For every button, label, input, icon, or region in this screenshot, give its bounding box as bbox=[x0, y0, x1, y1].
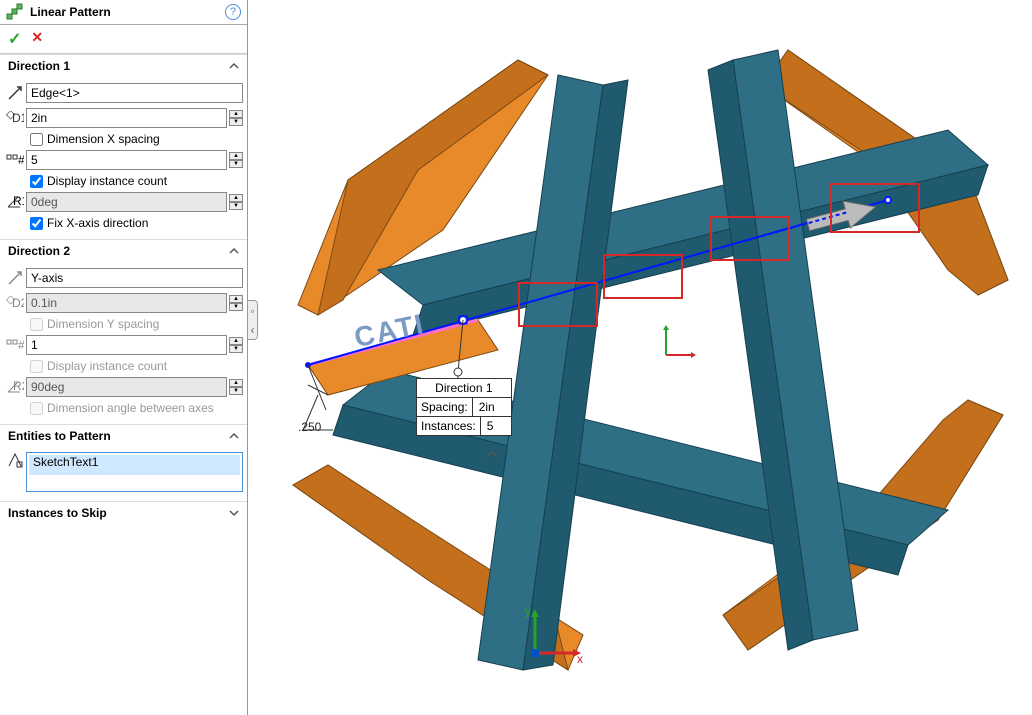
entities-body: SketchText1 bbox=[0, 447, 247, 501]
spacing-d1-icon: ◇D1 bbox=[4, 111, 26, 125]
direction2-spacing-input bbox=[26, 293, 227, 313]
ok-button[interactable]: ✓ bbox=[8, 29, 21, 49]
view-triad[interactable]: x y bbox=[523, 605, 583, 665]
angle-d2-icon[interactable]: R2 bbox=[4, 380, 26, 394]
direction1-header[interactable]: Direction 1 bbox=[0, 54, 247, 77]
direction2-label: Direction 2 bbox=[8, 244, 70, 258]
callout-expand-icon[interactable] bbox=[484, 450, 500, 460]
svg-text:D1: D1 bbox=[12, 111, 24, 125]
action-row: ✓ ✕ bbox=[0, 25, 247, 54]
direction2-body: ◇D2 ▲▼ Dimension Y spacing # ▲▼ Display … bbox=[0, 262, 247, 424]
model-geometry bbox=[248, 0, 1032, 715]
spinner[interactable]: ▲▼ bbox=[229, 379, 243, 395]
direction1-angle-input bbox=[26, 192, 227, 212]
reverse-direction2-icon[interactable] bbox=[4, 270, 26, 286]
instances-d2-icon: # bbox=[4, 338, 26, 352]
svg-text:x: x bbox=[577, 652, 583, 665]
svg-text:#: # bbox=[18, 338, 24, 352]
chevron-up-icon bbox=[229, 431, 239, 441]
direction2-axis-input[interactable] bbox=[26, 268, 243, 288]
direction1-instances-input[interactable] bbox=[26, 150, 227, 170]
pattern-instance-box bbox=[830, 183, 920, 233]
angle-d1-icon[interactable]: R1 bbox=[4, 195, 26, 209]
chevron-up-icon bbox=[229, 246, 239, 256]
origin-axis-icon bbox=[656, 325, 696, 365]
spinner[interactable]: ▲▼ bbox=[229, 110, 243, 126]
spinner[interactable]: ▲▼ bbox=[229, 337, 243, 353]
spinner[interactable]: ▲▼ bbox=[229, 295, 243, 311]
spinner[interactable]: ▲▼ bbox=[229, 152, 243, 168]
callout-spacing-value[interactable]: 2in bbox=[473, 398, 503, 416]
fix-x-axis-checkbox[interactable]: Fix X-axis direction bbox=[30, 216, 243, 230]
dim-y-spacing-checkbox: Dimension Y spacing bbox=[30, 317, 243, 331]
chevron-up-icon bbox=[229, 61, 239, 71]
help-button[interactable]: ? bbox=[225, 4, 241, 20]
svg-text:D2: D2 bbox=[12, 296, 24, 310]
instances-skip-label: Instances to Skip bbox=[8, 506, 107, 520]
instances-skip-header[interactable]: Instances to Skip bbox=[0, 501, 247, 524]
graphics-viewport[interactable]: CATI .250 Direction 1 Spacing: 2in Insta… bbox=[248, 0, 1032, 715]
linear-pattern-icon bbox=[6, 3, 24, 21]
callout-instances-value[interactable]: 5 bbox=[481, 417, 511, 435]
pattern-instance-box bbox=[710, 216, 790, 261]
callout-title: Direction 1 bbox=[417, 379, 511, 398]
spacing-d2-icon: ◇D2 bbox=[4, 296, 26, 310]
instances-d1-icon: # bbox=[4, 153, 26, 167]
svg-text:R2: R2 bbox=[13, 380, 24, 393]
entities-header[interactable]: Entities to Pattern bbox=[0, 424, 247, 447]
direction1-edge-input[interactable] bbox=[26, 83, 243, 103]
svg-text:#: # bbox=[18, 153, 24, 167]
dimension-value[interactable]: .250 bbox=[298, 420, 321, 434]
direction2-angle-input bbox=[26, 377, 227, 397]
direction2-header[interactable]: Direction 2 bbox=[0, 239, 247, 262]
direction1-spacing-input[interactable] bbox=[26, 108, 227, 128]
direction2-instances-input[interactable] bbox=[26, 335, 227, 355]
callout-instances-label: Instances: bbox=[417, 417, 481, 435]
cancel-button[interactable]: ✕ bbox=[31, 29, 43, 49]
chevron-down-icon bbox=[229, 508, 239, 518]
direction1-body: ◇D1 ▲▼ Dimension X spacing # ▲▼ Display … bbox=[0, 77, 247, 239]
entities-item[interactable]: SketchText1 bbox=[29, 455, 240, 475]
svg-text:y: y bbox=[525, 605, 531, 618]
panel-title: Linear Pattern bbox=[30, 5, 225, 19]
entities-icon bbox=[4, 452, 26, 468]
panel-header: Linear Pattern ? bbox=[0, 0, 247, 25]
entities-label: Entities to Pattern bbox=[8, 429, 111, 443]
reverse-direction-icon[interactable] bbox=[4, 85, 26, 101]
display-instance-count-checkbox[interactable]: Display instance count bbox=[30, 174, 243, 188]
direction1-label: Direction 1 bbox=[8, 59, 70, 73]
spinner[interactable]: ▲▼ bbox=[229, 194, 243, 210]
panel-collapse-tab[interactable]: ◦‹ bbox=[248, 300, 258, 340]
pattern-instance-box bbox=[518, 282, 598, 327]
pattern-instance-box bbox=[603, 254, 683, 299]
dim-x-spacing-checkbox[interactable]: Dimension X spacing bbox=[30, 132, 243, 146]
svg-text:R1: R1 bbox=[13, 195, 24, 208]
callout-spacing-label: Spacing: bbox=[417, 398, 473, 416]
property-panel: Linear Pattern ? ✓ ✕ Direction 1 ◇D1 ▲▼ … bbox=[0, 0, 248, 715]
pattern-callout[interactable]: Direction 1 Spacing: 2in Instances: 5 bbox=[416, 378, 512, 436]
display-instance-count2-checkbox: Display instance count bbox=[30, 359, 243, 373]
dim-angle-checkbox: Dimension angle between axes bbox=[30, 401, 243, 415]
